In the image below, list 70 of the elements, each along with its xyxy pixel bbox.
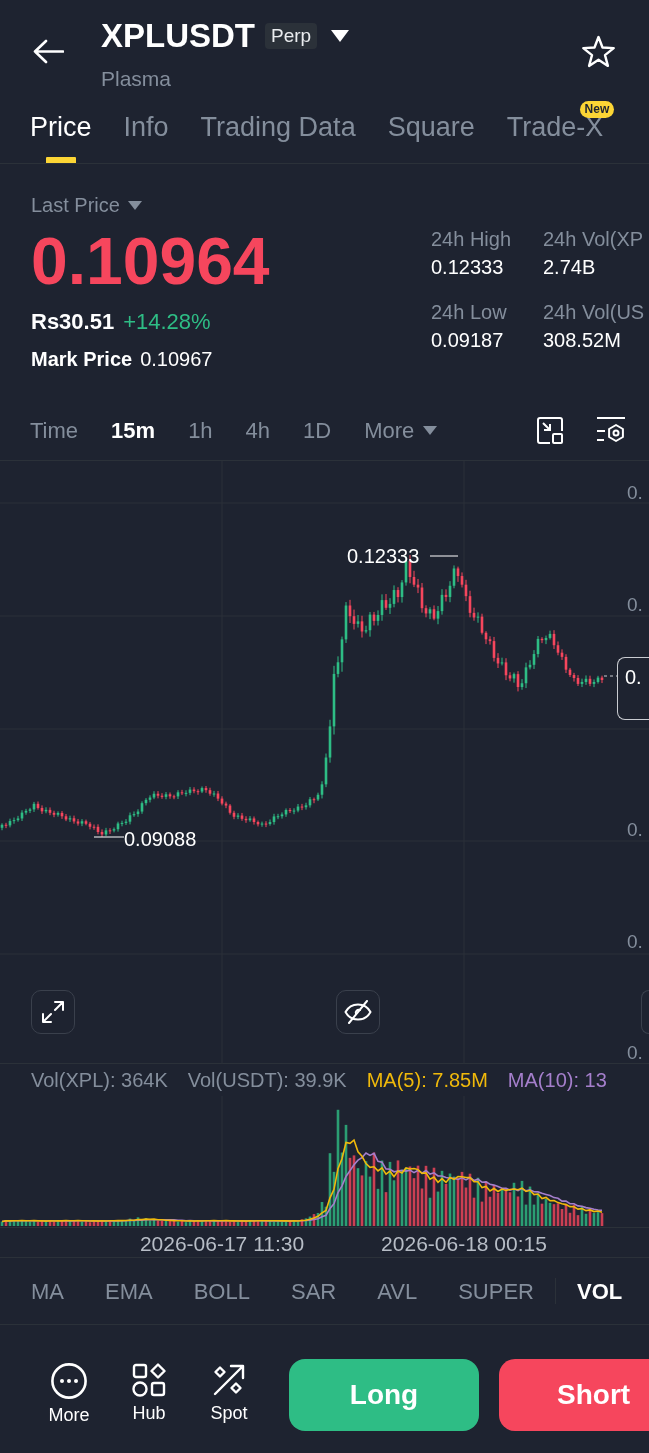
indicator-tab[interactable]: BOLL	[193, 1274, 250, 1308]
tab[interactable]: Price	[30, 100, 92, 163]
tab[interactable]: Info	[123, 100, 169, 163]
arrow-diamonds-icon	[212, 1363, 246, 1397]
stat-label: 24h Low	[431, 300, 508, 325]
interval-tab[interactable]: 1D	[303, 413, 332, 447]
price-axis-label: 0.	[627, 482, 643, 503]
eye-off-icon	[344, 1000, 372, 1024]
price-axis-label: 0.	[627, 931, 643, 952]
indicator-tab[interactable]: SUPER	[458, 1274, 534, 1308]
toolbar-button[interactable]: Spot	[199, 1363, 259, 1427]
mark-price-label: Mark Price	[31, 347, 133, 372]
contract-type-badge: Perp	[265, 23, 318, 49]
stat-value: 308.52M	[543, 328, 622, 353]
mark-price-value: 0.10967	[140, 347, 213, 372]
expand-icon	[41, 1000, 65, 1024]
volume-legend: Vol(USDT): 39.9K	[187, 1065, 347, 1095]
stat-label: 24h Vol(US	[543, 300, 646, 325]
toolbar-button[interactable]: Hub	[119, 1363, 179, 1427]
interval-menu[interactable]: More	[364, 413, 438, 447]
indicator-tab[interactable]: SAR	[290, 1274, 337, 1308]
interval-tab[interactable]: 15m	[111, 413, 156, 447]
caret-down-icon[interactable]	[331, 30, 350, 42]
stat-value: 0.09187	[431, 328, 505, 353]
window-arrow-icon[interactable]	[537, 416, 563, 444]
price-axis-label: 0.	[627, 819, 643, 840]
moving-average-legend: MA(5): 7.85M	[366, 1065, 488, 1095]
current-price-tag: 0.	[617, 657, 649, 720]
price-axis-label: 0.	[627, 1042, 643, 1063]
tab[interactable]: Trading Data	[200, 100, 356, 163]
price-change: +14.28%	[123, 307, 211, 336]
asset-name: Plasma	[101, 66, 173, 92]
volume-legend: Vol(XPL): 364K	[31, 1065, 168, 1095]
price-axis-label: 0.	[627, 594, 643, 615]
low-leader-line	[93, 836, 125, 838]
stat-value: 2.74B	[543, 255, 597, 280]
toolbar-button[interactable]: More	[39, 1363, 99, 1427]
stat-label: 24h Vol(XP	[543, 227, 645, 252]
symbol-title: XPLUSDT	[101, 16, 255, 56]
indicator-tab[interactable]: VOL	[576, 1274, 623, 1308]
high-price-marker: 0.12333	[347, 545, 420, 567]
fiat-price: Rs30.51	[31, 307, 115, 336]
stat-value: 0.12333	[431, 255, 505, 280]
indicator-tab[interactable]: AVL	[377, 1274, 418, 1308]
low-price-marker: 0.09088	[124, 828, 197, 850]
tab[interactable]: Square	[387, 100, 475, 163]
moving-average-legend: MA(10): 13	[507, 1065, 607, 1095]
stat-label: 24h High	[431, 227, 513, 252]
back-arrow-icon[interactable]	[33, 39, 64, 64]
high-leader-line	[429, 555, 459, 557]
long-button[interactable]: Long	[289, 1359, 479, 1431]
last-price: 0.10964	[31, 229, 271, 293]
shapes-grid-icon	[132, 1363, 166, 1397]
indicator-tab[interactable]: EMA	[105, 1274, 153, 1308]
interval-tab[interactable]: Time	[30, 413, 79, 447]
time-axis-label: 2026-06-18 00:15	[381, 1232, 547, 1255]
last-price-label: Last Price	[31, 193, 120, 218]
interval-tab[interactable]: 4h	[245, 413, 271, 447]
hide-button[interactable]	[336, 990, 380, 1034]
time-axis-label: 2026-06-17 11:30	[139, 1232, 305, 1255]
list-settings-icon[interactable]	[596, 416, 626, 444]
indicator-tab[interactable]: MA	[31, 1274, 64, 1308]
new-badge: New	[579, 101, 615, 118]
current-price-line	[603, 675, 618, 677]
short-button[interactable]: Short	[499, 1359, 649, 1431]
fullscreen-button[interactable]	[31, 990, 75, 1034]
interval-tab[interactable]: 1h	[188, 413, 213, 447]
tab[interactable]: Trade-X New	[506, 100, 615, 163]
star-icon[interactable]	[581, 35, 616, 69]
more-icon	[51, 1363, 87, 1399]
